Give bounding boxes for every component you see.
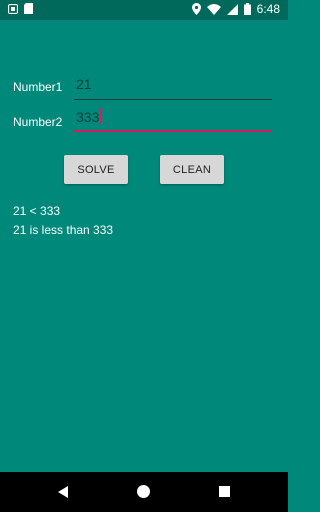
clean-button[interactable]: CLEAN (160, 155, 224, 184)
number1-underline (74, 99, 272, 100)
sd-card-icon (24, 3, 33, 14)
status-time: 6:48 (256, 2, 280, 16)
navigation-bar (0, 472, 288, 512)
solve-button[interactable]: SOLVE (64, 155, 128, 184)
notification-icon (8, 3, 18, 14)
number2-value: 333 (76, 109, 100, 125)
result-sentence: 21 is less than 333 (13, 223, 114, 237)
number1-label: Number1 (13, 80, 63, 94)
wifi-icon (206, 3, 221, 15)
status-bar: 6:48 (0, 0, 288, 20)
number2-label: Number2 (13, 115, 63, 129)
recents-icon[interactable] (219, 486, 230, 497)
result-comparison: 21 < 333 (13, 204, 61, 218)
back-icon[interactable] (58, 486, 68, 498)
text-caret (100, 108, 102, 124)
home-icon[interactable] (137, 485, 150, 498)
number1-value: 21 (76, 76, 92, 92)
number2-underline (74, 130, 272, 132)
signal-icon (226, 3, 238, 15)
battery-icon (243, 3, 251, 15)
location-icon (191, 3, 201, 15)
number2-input[interactable]: 333 (74, 108, 272, 132)
number2-value-wrap: 333 (76, 108, 102, 125)
number1-input[interactable]: 21 (74, 76, 272, 100)
